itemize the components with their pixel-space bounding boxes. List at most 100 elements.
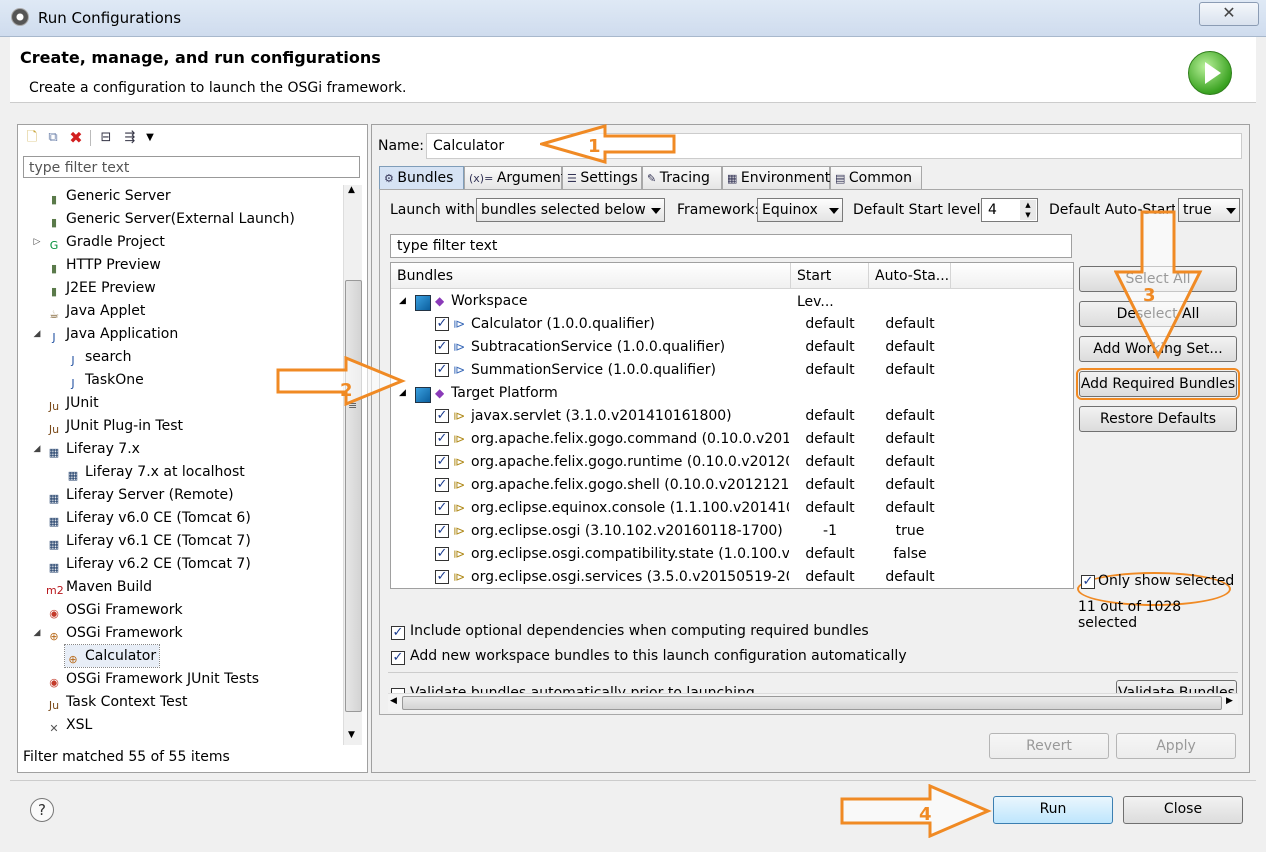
bundle-auto-start[interactable]: default <box>869 451 951 474</box>
close-button[interactable]: Close <box>1123 796 1243 824</box>
scroll-left-icon[interactable]: ◀ <box>390 696 397 706</box>
column-header-start-level[interactable]: Start Lev... <box>791 263 869 310</box>
tree-item[interactable]: ⊕ OSGi Framework <box>46 622 182 644</box>
bundle-checkbox[interactable]: ✓ <box>435 524 449 538</box>
tab-environment[interactable]: ▦ Environment <box>722 166 830 189</box>
help-icon[interactable]: ? <box>30 798 54 822</box>
bundle-checkbox[interactable]: ✓ <box>435 455 449 469</box>
bundle-start-level[interactable]: default <box>791 336 869 359</box>
launch-with-select[interactable]: bundles selected below <box>476 198 665 222</box>
apply-button[interactable]: Apply <box>1116 733 1236 759</box>
table-row[interactable]: ✓ ⧐ Calculator (1.0.0.qualifier) default def… <box>391 313 1073 336</box>
table-row[interactable]: ✓ ⧐ org.eclipse.osgi.compatibility.state (… <box>391 543 1073 566</box>
tab-arguments[interactable]: (x)= Arguments <box>464 166 574 189</box>
horizontal-scrollbar[interactable]: ◀ ▶ <box>388 693 1238 712</box>
tree-item[interactable]: ⊕ Calculator <box>63 644 161 668</box>
spinner-up-icon[interactable]: ▲ <box>1020 200 1036 210</box>
tree-item[interactable]: ▦ Liferay 7.x <box>46 438 140 460</box>
bundle-checkbox[interactable]: ✓ <box>435 501 449 515</box>
filter-configs-icon[interactable]: ⇶ <box>122 130 138 146</box>
table-row[interactable]: ✓ ⧐ org.eclipse.equinox.console (1.1.100.v… <box>391 497 1073 520</box>
config-filter-input[interactable]: type filter text <box>23 156 360 178</box>
bundle-checkbox[interactable]: ✓ <box>435 363 449 377</box>
bundle-auto-start[interactable]: default <box>869 405 951 428</box>
bundle-auto-start[interactable]: default <box>869 497 951 520</box>
bundle-group-row[interactable]: ◢ ◆ Workspace <box>391 290 1073 313</box>
table-row[interactable]: ✓ ⧐ org.apache.felix.gogo.shell (0.10.0.v2… <box>391 474 1073 497</box>
include-optional-checkbox[interactable]: ✓ <box>391 626 405 640</box>
tree-item[interactable]: ▮ Generic Server(External Launch) <box>46 208 295 230</box>
tree-item[interactable]: J TaskOne <box>65 369 143 391</box>
only-show-selected-checkbox[interactable]: ✓ <box>1081 575 1095 589</box>
add-new-bundles-checkbox[interactable]: ✓ <box>391 651 405 665</box>
column-header-bundles[interactable]: Bundles <box>391 263 791 289</box>
table-row[interactable]: ✓ ⧐ SummationService (1.0.0.qualifier) defa… <box>391 359 1073 382</box>
tree-item[interactable]: m2 Maven Build <box>46 576 152 598</box>
restore-defaults-button[interactable]: Restore Defaults <box>1079 406 1237 432</box>
table-row[interactable]: ✓ ⧐ org.eclipse.osgi (3.10.102.v20160118-1… <box>391 520 1073 543</box>
tree-item[interactable]: Ju JUnit <box>46 392 99 414</box>
bundle-auto-start[interactable]: default <box>869 474 951 497</box>
tree-item[interactable]: ◉ OSGi Framework <box>46 599 182 621</box>
tab-tracing[interactable]: ✎ Tracing <box>642 166 722 189</box>
bundle-checkbox[interactable]: ✓ <box>435 478 449 492</box>
scroll-up-icon[interactable]: ▲ <box>348 185 355 195</box>
bundle-start-level[interactable]: -1 <box>791 520 869 543</box>
bundle-start-level[interactable]: default <box>791 313 869 336</box>
tree-item[interactable]: ☕ Java Applet <box>46 300 145 322</box>
view-menu-chevron-down-icon[interactable]: ▼ <box>142 130 158 146</box>
bundle-group-row[interactable]: ◢ ◆ Target Platform <box>391 382 1073 405</box>
tab-common[interactable]: ▤ Common <box>830 166 922 189</box>
duplicate-config-icon[interactable]: ⧉ <box>45 130 61 146</box>
tree-item[interactable]: ▦ Liferay v6.1 CE (Tomcat 7) <box>46 530 251 552</box>
scroll-thumb[interactable] <box>345 280 362 712</box>
bundle-checkbox[interactable]: ✓ <box>435 409 449 423</box>
delete-config-icon[interactable]: ✖ <box>68 130 84 146</box>
bundle-checkbox[interactable]: ✓ <box>435 570 449 584</box>
spinner-down-icon[interactable]: ▼ <box>1020 210 1036 220</box>
expand-twisty-icon[interactable]: ◢ <box>32 444 42 454</box>
run-button[interactable]: Run <box>993 796 1113 824</box>
new-config-icon[interactable]: 🗋 <box>24 130 40 146</box>
expand-twisty-icon[interactable]: ◢ <box>32 628 42 638</box>
bundle-checkbox[interactable]: ✓ <box>435 340 449 354</box>
add-required-bundles-button[interactable]: Add Required Bundles <box>1076 368 1240 400</box>
tree-item[interactable]: ▦ Liferay 7.x at localhost <box>65 461 245 483</box>
tab-settings[interactable]: ☰ Settings <box>562 166 642 189</box>
bundle-start-level[interactable]: default <box>791 543 869 566</box>
bundle-start-level[interactable]: default <box>791 405 869 428</box>
revert-button[interactable]: Revert <box>989 733 1109 759</box>
start-level-spinner[interactable]: 4 ▲ ▼ <box>981 198 1038 222</box>
bundle-start-level[interactable]: default <box>791 428 869 451</box>
tree-item[interactable]: ▦ Liferay v6.0 CE (Tomcat 6) <box>46 507 251 529</box>
bundle-auto-start[interactable]: true <box>869 520 951 543</box>
window-close-button[interactable]: ✕ <box>1199 2 1259 26</box>
bundle-auto-start[interactable]: default <box>869 359 951 382</box>
tree-item[interactable]: ▮ HTTP Preview <box>46 254 161 276</box>
scroll-right-icon[interactable]: ▶ <box>1226 696 1233 706</box>
bundle-auto-start[interactable]: default <box>869 566 951 589</box>
tree-item[interactable]: ▮ J2EE Preview <box>46 277 156 299</box>
table-row[interactable]: ✓ ⧐ org.apache.felix.gogo.command (0.10.0.… <box>391 428 1073 451</box>
bundle-start-level[interactable]: default <box>791 359 869 382</box>
tree-item[interactable]: Ju Task Context Test <box>46 691 188 713</box>
tree-item[interactable]: ✕ XSL <box>46 714 92 736</box>
bundle-auto-start[interactable]: default <box>869 313 951 336</box>
bundle-auto-start[interactable]: false <box>869 543 951 566</box>
bundle-start-level[interactable]: default <box>791 451 869 474</box>
tree-item[interactable]: Jsearch <box>65 346 131 368</box>
tree-item[interactable]: Ju JUnit Plug-in Test <box>46 415 183 437</box>
tree-item[interactable]: G Gradle Project <box>46 231 165 253</box>
column-header-auto-start[interactable]: Auto-Sta... <box>869 263 951 289</box>
bundle-checkbox[interactable]: ✓ <box>435 547 449 561</box>
collapse-twisty-icon[interactable]: ▷ <box>32 237 42 247</box>
tree-item[interactable]: ▦ Liferay v6.2 CE (Tomcat 7) <box>46 553 251 575</box>
tree-item[interactable]: J Java Application <box>46 323 178 345</box>
table-row[interactable]: ✓ ⧐ javax.servlet (3.1.0.v201410161800) def… <box>391 405 1073 428</box>
bundle-auto-start[interactable]: default <box>869 336 951 359</box>
table-row[interactable]: ✓ ⧐ org.eclipse.osgi.services (3.5.0.v2015… <box>391 566 1073 589</box>
expand-twisty-icon[interactable]: ◢ <box>399 290 406 313</box>
framework-select[interactable]: Equinox <box>757 198 843 222</box>
tab-bundles[interactable]: ⚙ Bundles <box>379 166 464 189</box>
bundle-start-level[interactable]: default <box>791 566 869 589</box>
